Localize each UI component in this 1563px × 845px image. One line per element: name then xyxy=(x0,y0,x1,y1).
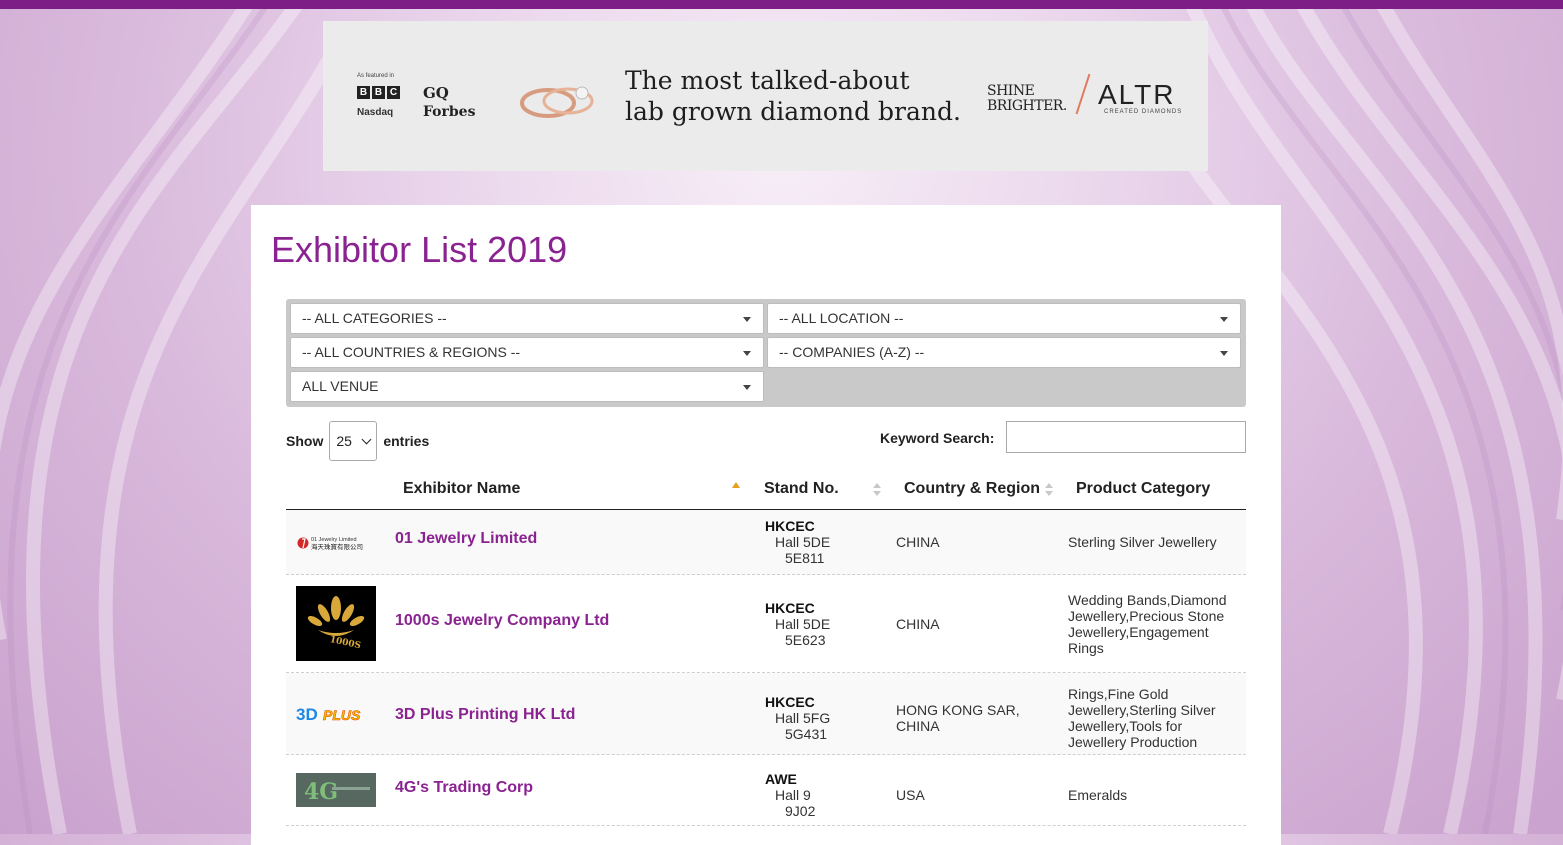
page-size-select[interactable]: 25 xyxy=(329,421,378,461)
category-cell: Rings,Fine Gold Jewellery,Sterling Silve… xyxy=(1068,686,1216,750)
exhibitor-link[interactable]: 4G's Trading Corp xyxy=(395,779,533,797)
bbc-letter-c: C xyxy=(387,86,400,99)
companies-select-value: -- COMPANIES (A-Z) -- xyxy=(779,344,925,360)
column-header-stand-no[interactable]: Stand No. xyxy=(764,480,839,498)
logo-4g-graphic: 4G xyxy=(296,773,376,807)
logo-3d-plus-graphic: 3D PLUS xyxy=(296,705,361,724)
show-label: Show xyxy=(286,433,324,449)
company-logo[interactable]: 1000S xyxy=(296,586,376,661)
column-header-country-region[interactable]: Country & Region xyxy=(904,480,1040,498)
nasdaq-logo: Nasdaq xyxy=(357,107,394,118)
countries-select[interactable]: -- ALL COUNTRIES & REGIONS -- xyxy=(290,337,764,368)
sort-ascending-icon[interactable] xyxy=(732,482,740,488)
ad-tagline-line1: SHINE xyxy=(987,83,1035,99)
company-logo[interactable]: 3D PLUS xyxy=(296,704,376,724)
ad-featured-label: As featured in xyxy=(357,73,395,79)
advertisement-banner[interactable]: As featured in BBC GQ Nasdaq Forbes The … xyxy=(323,21,1208,171)
bbc-logo: BBC xyxy=(357,86,400,99)
stand-hall: Hall 9 xyxy=(775,787,811,803)
ad-tagline-line2: BRIGHTER. xyxy=(987,98,1067,114)
keyword-search-input[interactable] xyxy=(1006,421,1246,453)
logo-text-cn: 海天珠寶有限公司 xyxy=(311,542,363,551)
altr-subtitle: CREATED DIAMONDS xyxy=(1104,109,1183,115)
caret-down-icon xyxy=(743,317,751,322)
table-header: Exhibitor Name Stand No. Country & Regio… xyxy=(286,475,1246,510)
logo-text: 4G xyxy=(304,779,338,805)
gq-logo: GQ xyxy=(423,84,449,102)
stand-info: HKCEC Hall 5DE 5E811 xyxy=(765,518,830,566)
logo-text: 1000S xyxy=(329,635,362,651)
chevron-down-icon xyxy=(361,434,372,444)
country-cell: CHINA xyxy=(896,534,940,550)
page-size-control: Show 25 entries xyxy=(286,421,429,461)
categories-select-value: -- ALL CATEGORIES -- xyxy=(302,310,447,326)
column-header-product-category: Product Category xyxy=(1076,480,1211,497)
table-row: 1000S 1000s Jewelry Company Ltd HKCEC Ha… xyxy=(286,575,1246,673)
stand-code: 5G431 xyxy=(785,726,828,742)
stand-hall: Hall 5DE xyxy=(775,616,831,632)
sort-icon[interactable] xyxy=(1045,483,1053,497)
stand-venue: HKCEC xyxy=(765,518,815,534)
exhibitor-link[interactable]: 1000s Jewelry Company Ltd xyxy=(395,612,609,630)
column-header-exhibitor-name[interactable]: Exhibitor Name xyxy=(403,480,520,498)
caret-down-icon xyxy=(743,385,751,390)
exhibitor-link[interactable]: 01 Jewelry Limited xyxy=(395,530,537,548)
page-size-value: 25 xyxy=(336,433,352,449)
companies-select[interactable]: -- COMPANIES (A-Z) -- xyxy=(767,337,1241,368)
logo-text-3d: 3D xyxy=(296,705,318,724)
logo-01-jewelry-graphic: 01 Jewelry Limited 海天珠寶有限公司 xyxy=(297,537,363,551)
table-row: 4G 4G's Trading Corp AWE Hall 9 9J02 USA… xyxy=(286,755,1246,826)
country-cell: HONG KONG SAR, CHINA xyxy=(896,702,1020,734)
bbc-letter-b2: B xyxy=(372,86,385,99)
countries-select-value: -- ALL COUNTRIES & REGIONS -- xyxy=(302,344,521,360)
ad-headline: The most talked-about lab grown diamond … xyxy=(625,65,965,127)
logo-text-plus: PLUS xyxy=(323,707,361,723)
caret-down-icon xyxy=(743,351,751,356)
stand-info: AWE Hall 9 9J02 xyxy=(765,771,815,819)
bbc-letter-b1: B xyxy=(357,86,370,99)
caret-down-icon xyxy=(1220,317,1228,322)
top-bar xyxy=(0,0,1563,9)
filter-box: -- ALL CATEGORIES -- -- ALL LOCATION -- … xyxy=(286,299,1246,407)
table-row: 01 Jewelry Limited 海天珠寶有限公司 01 Jewelry L… xyxy=(286,510,1246,575)
stand-info: HKCEC Hall 5DE 5E623 xyxy=(765,600,830,648)
stand-code: 5E623 xyxy=(785,632,826,648)
location-select-value: -- ALL LOCATION -- xyxy=(779,310,904,326)
venue-select[interactable]: ALL VENUE xyxy=(290,371,764,402)
country-cell: CHINA xyxy=(896,616,940,632)
venue-select-value: ALL VENUE xyxy=(302,378,379,394)
location-select[interactable]: -- ALL LOCATION -- xyxy=(767,303,1241,334)
ad-slash-divider xyxy=(1075,73,1091,115)
stand-info: HKCEC Hall 5FG 5G431 xyxy=(765,694,830,742)
rings-icon xyxy=(520,86,594,118)
category-cell: Emeralds xyxy=(1068,787,1128,803)
country-cell: USA xyxy=(896,787,925,803)
category-cell: Wedding Bands,Diamond Jewellery,Precious… xyxy=(1068,592,1227,656)
forbes-logo: Forbes xyxy=(423,104,476,120)
stand-hall: Hall 5DE xyxy=(775,534,831,550)
exhibitor-link[interactable]: 3D Plus Printing HK Ltd xyxy=(395,706,575,724)
entries-label: entries xyxy=(383,433,430,449)
ad-tagline: SHINE BRIGHTER. xyxy=(987,84,1067,114)
logo-1000s-graphic: 1000S xyxy=(307,596,365,651)
stand-code: 9J02 xyxy=(785,803,816,819)
exhibitor-panel: Exhibitor List 2019 -- ALL CATEGORIES --… xyxy=(251,205,1281,845)
category-cell: Sterling Silver Jewellery xyxy=(1068,534,1217,550)
caret-down-icon xyxy=(1220,351,1228,356)
company-logo[interactable]: 01 Jewelry Limited 海天珠寶有限公司 xyxy=(296,533,376,553)
company-logo[interactable]: 4G xyxy=(296,773,376,807)
ad-headline-line2: lab grown diamond brand. xyxy=(625,97,961,126)
stand-hall: Hall 5FG xyxy=(775,710,831,726)
page-title: Exhibitor List 2019 xyxy=(271,229,568,270)
ad-headline-line1: The most talked-about xyxy=(625,66,910,95)
altr-logo: ALTR xyxy=(1098,79,1176,110)
table-row: 3D PLUS 3D Plus Printing HK Ltd HKCEC Ha… xyxy=(286,673,1246,755)
keyword-search-label: Keyword Search: xyxy=(880,430,995,446)
stand-code: 5E811 xyxy=(785,550,825,566)
categories-select[interactable]: -- ALL CATEGORIES -- xyxy=(290,303,764,334)
sort-icon[interactable] xyxy=(873,483,881,497)
stand-venue: HKCEC xyxy=(765,600,815,616)
stand-venue: AWE xyxy=(765,771,797,787)
stand-venue: HKCEC xyxy=(765,694,815,710)
